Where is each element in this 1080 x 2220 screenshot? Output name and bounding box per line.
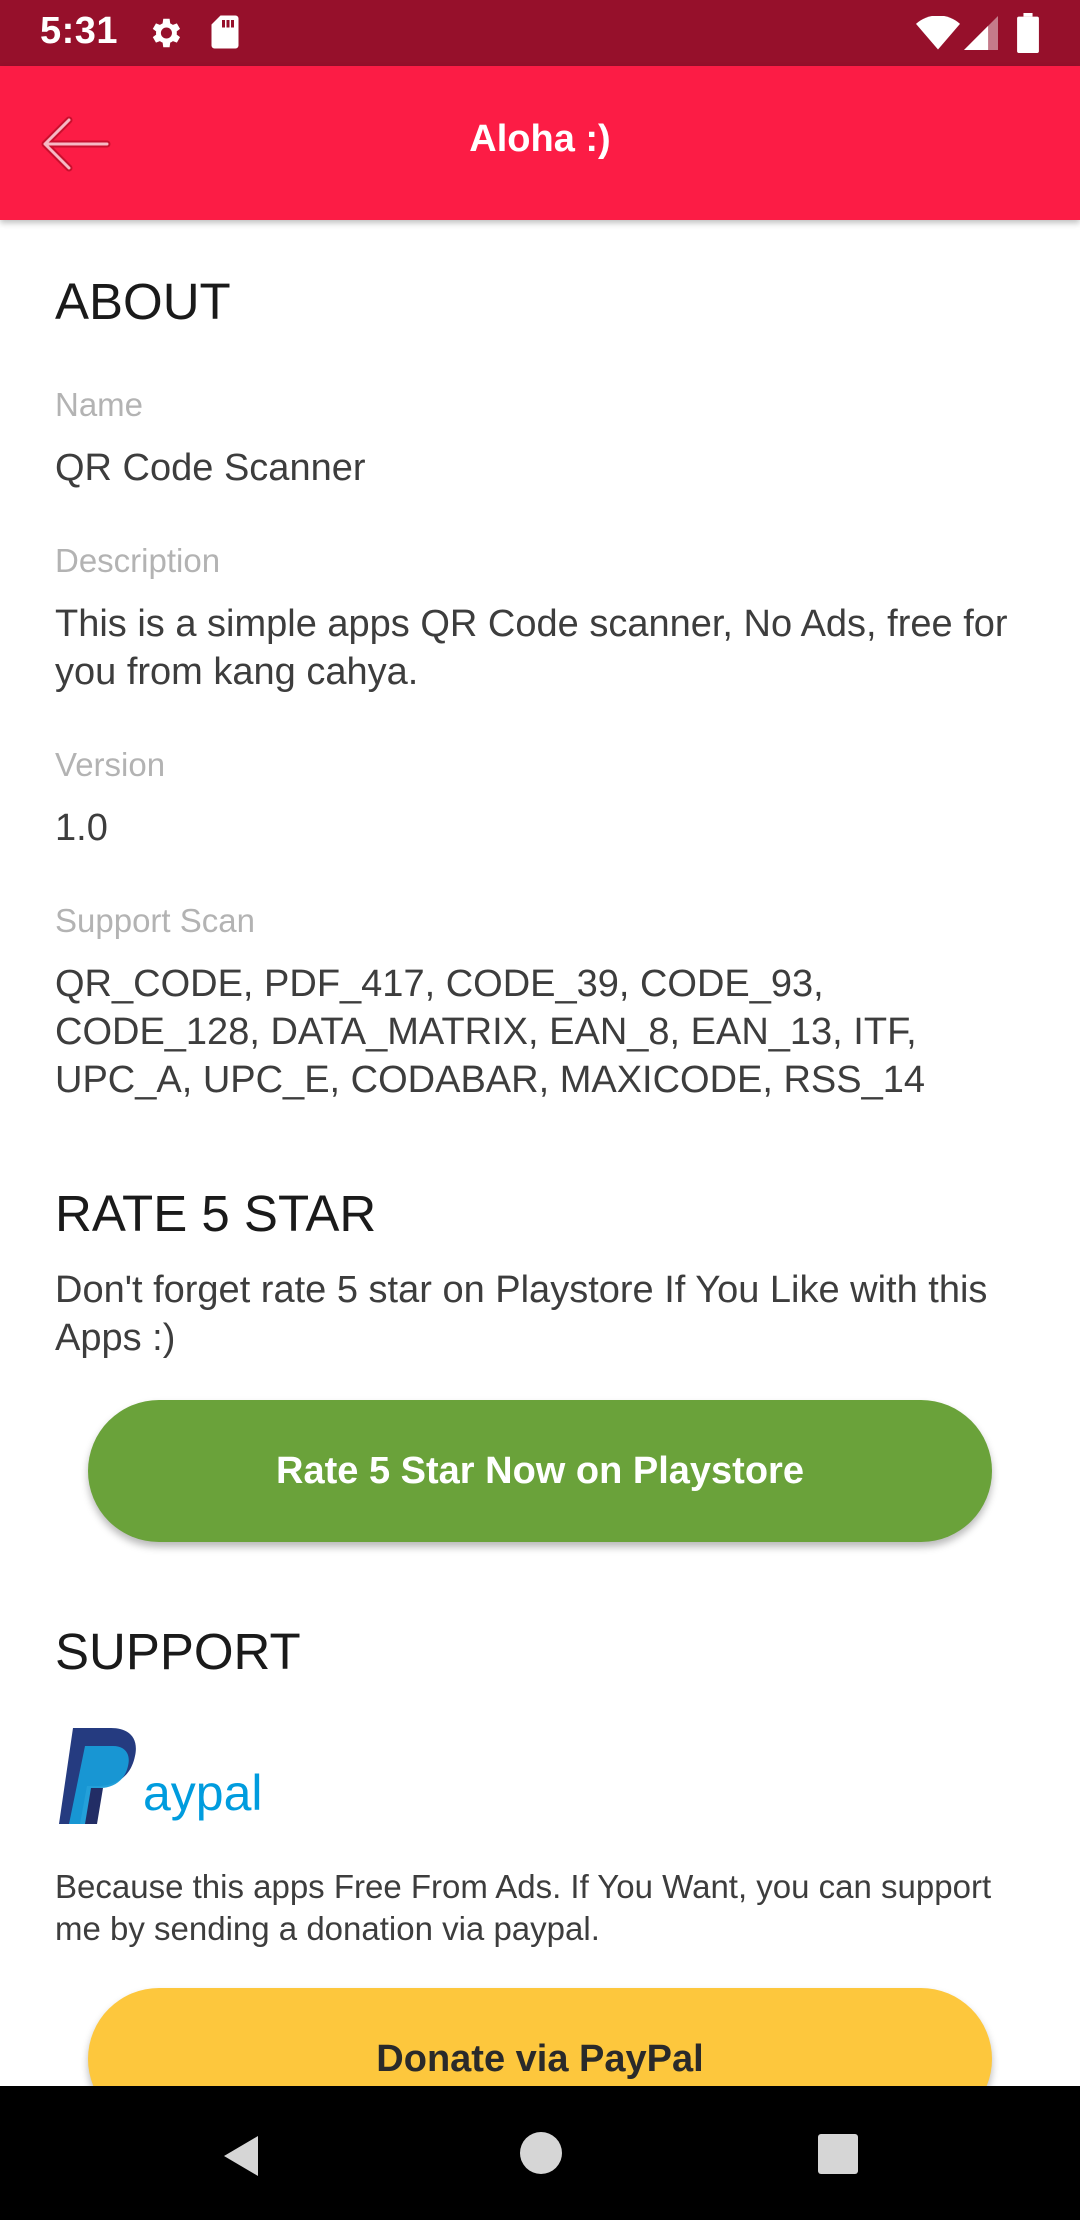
- support-text: Because this apps Free From Ads. If You …: [55, 1868, 992, 1947]
- support-scan-label: Support Scan: [55, 902, 255, 939]
- battery-icon: [1017, 13, 1039, 53]
- wifi-icon: [916, 16, 960, 50]
- paypal-logo: aypal: [55, 1728, 265, 1824]
- status-time: 5:31: [40, 10, 119, 52]
- version-label: Version: [55, 746, 166, 783]
- rate-text: Don't forget rate 5 star on Playstore If…: [55, 1269, 988, 1359]
- signal-icon: [964, 16, 998, 50]
- rate-playstore-button[interactable]: Rate 5 Star Now on Playstore: [88, 1400, 992, 1542]
- nav-recents-icon[interactable]: [818, 2134, 858, 2174]
- status-bar: 5:31: [0, 0, 1080, 66]
- app-title: Aloha :): [469, 118, 611, 160]
- app-bar: Aloha :): [0, 66, 1080, 220]
- gear-icon: [152, 18, 181, 48]
- support-scan-value: QR_CODE, PDF_417, CODE_39, CODE_93, CODE…: [55, 963, 926, 1101]
- description-value: This is a simple apps QR Code scanner, N…: [55, 603, 1008, 693]
- navigation-bar: [0, 2086, 1080, 2220]
- version-value: 1.0: [55, 807, 108, 849]
- name-value: QR Code Scanner: [55, 447, 366, 489]
- support-heading: SUPPORT: [55, 1623, 301, 1680]
- paypal-wordmark: aypal: [143, 1765, 263, 1821]
- description-label: Description: [55, 542, 221, 579]
- sd-card-icon: [211, 15, 239, 49]
- name-label: Name: [55, 386, 144, 423]
- rate-heading: RATE 5 STAR: [55, 1185, 377, 1242]
- nav-back-icon[interactable]: [218, 2132, 262, 2180]
- paypal-icon: [59, 1728, 136, 1824]
- nav-home-icon[interactable]: [520, 2132, 562, 2174]
- about-heading: ABOUT: [55, 273, 231, 330]
